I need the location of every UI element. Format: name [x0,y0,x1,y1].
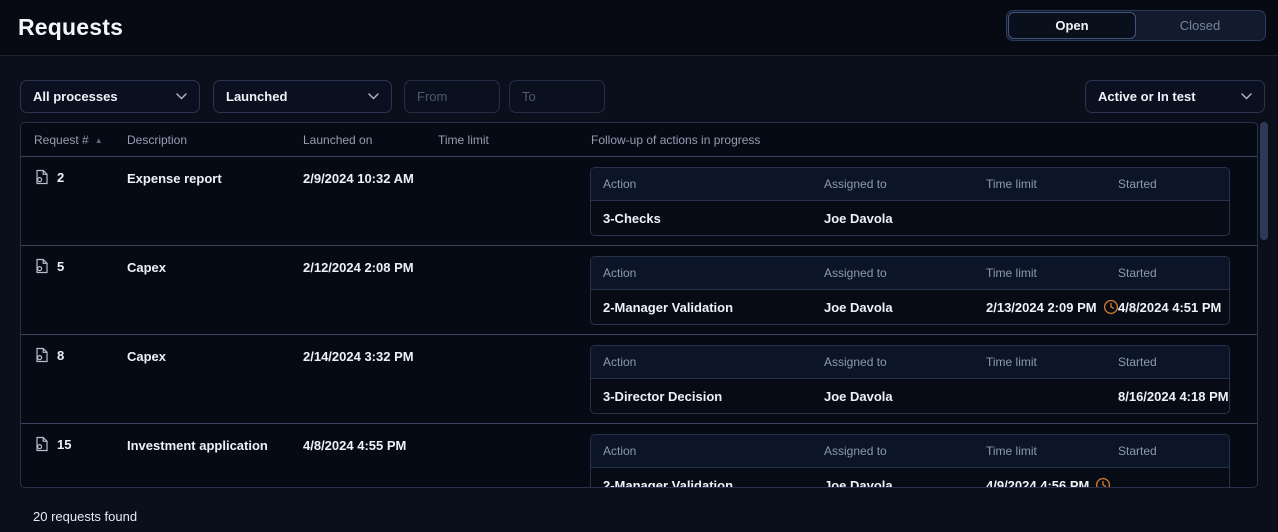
request-number: 8 [57,348,64,363]
actions-table: Action Assigned to Time limit Started 2-… [590,256,1230,325]
request-time-limit [438,335,590,349]
request-time-limit [438,424,590,438]
actions-header-row: Action Assigned to Time limit Started [591,257,1229,290]
request-icon [34,169,50,185]
table-header-row: Request #▲ Description Launched on Time … [21,123,1257,156]
request-icon [34,258,50,274]
actions-rows: 2-Manager Validation Joe Davola 2/13/202… [591,290,1229,324]
launched-filter-value: Launched [226,89,287,104]
column-header-launched-on[interactable]: Launched on [303,133,438,147]
column-header-follow-up: Follow-up of actions in progress [590,133,1257,147]
table-row[interactable]: 15 Investment application 4/8/2024 4:55 … [21,423,1257,488]
column-header-time-limit[interactable]: Time limit [438,133,590,147]
action-name: 3-Director Decision [591,389,812,404]
actions-rows: 2-Manager Validation Joe Davola 4/9/2024… [591,468,1229,488]
column-header-request-number[interactable]: Request #▲ [21,133,127,147]
actions-column-started: Started [1106,355,1229,369]
table-rows: 2 Expense report 2/9/2024 10:32 AM Actio… [21,156,1257,488]
request-launched-on: 2/9/2024 10:32 AM [303,157,438,186]
date-to-field [509,80,605,113]
date-from-field [404,80,500,113]
status-filter-value: Active or In test [1098,89,1196,104]
request-description: Investment application [127,424,303,453]
actions-column-assigned-to: Assigned to [812,355,974,369]
request-number: 15 [57,437,71,452]
page-title: Requests [18,14,123,41]
actions-table: Action Assigned to Time limit Started 3-… [590,345,1230,414]
app-header: Requests Open Closed [0,0,1278,56]
action-row[interactable]: 3-Checks Joe Davola [591,201,1229,235]
toggle-open-button[interactable]: Open [1008,12,1136,39]
actions-column-time-limit: Time limit [974,355,1106,369]
action-assigned-to: Joe Davola [812,211,974,226]
launched-filter-dropdown[interactable]: Launched [213,80,392,113]
action-started: 4/8/2024 4:51 PM [1106,300,1229,315]
open-closed-toggle: Open Closed [1006,10,1266,41]
status-filter-dropdown[interactable]: Active or In test [1085,80,1265,113]
actions-column-action: Action [591,444,812,458]
date-to-input[interactable] [522,89,592,104]
actions-column-assigned-to: Assigned to [812,444,974,458]
chevron-down-icon [368,93,379,100]
action-name: 2-Manager Validation [591,478,812,489]
action-row[interactable]: 3-Director Decision Joe Davola 8/16/2024… [591,379,1229,413]
actions-table: Action Assigned to Time limit Started 3-… [590,167,1230,236]
request-launched-on: 2/14/2024 3:32 PM [303,335,438,364]
actions-column-assigned-to: Assigned to [812,266,974,280]
actions-column-started: Started [1106,266,1229,280]
action-assigned-to: Joe Davola [812,389,974,404]
action-row[interactable]: 2-Manager Validation Joe Davola 2/13/202… [591,290,1229,324]
action-row[interactable]: 2-Manager Validation Joe Davola 4/9/2024… [591,468,1229,488]
actions-column-started: Started [1106,177,1229,191]
actions-column-time-limit: Time limit [974,444,1106,458]
process-filter-value: All processes [33,89,118,104]
actions-rows: 3-Checks Joe Davola [591,201,1229,235]
request-number: 5 [57,259,64,274]
actions-column-action: Action [591,355,812,369]
action-started: 8/16/2024 4:18 PM [1106,389,1229,404]
request-number: 2 [57,170,64,185]
sort-asc-icon: ▲ [95,136,103,145]
table-scrollbar[interactable] [1260,122,1268,240]
action-time-limit: 2/13/2024 2:09 PM [986,300,1097,315]
request-launched-on: 2/12/2024 2:08 PM [303,246,438,275]
request-description: Capex [127,246,303,275]
request-time-limit [438,157,590,171]
column-header-description[interactable]: Description [127,133,303,147]
actions-column-action: Action [591,177,812,191]
requests-table: Request #▲ Description Launched on Time … [20,122,1258,488]
actions-rows: 3-Director Decision Joe Davola 8/16/2024… [591,379,1229,413]
date-from-input[interactable] [417,89,487,104]
request-icon [34,347,50,363]
action-name: 3-Checks [591,211,812,226]
request-description: Expense report [127,157,303,186]
actions-header-row: Action Assigned to Time limit Started [591,168,1229,201]
action-name: 2-Manager Validation [591,300,812,315]
toggle-closed-button[interactable]: Closed [1136,12,1264,39]
actions-header-row: Action Assigned to Time limit Started [591,346,1229,379]
request-launched-on: 4/8/2024 4:55 PM [303,424,438,453]
filter-bar: All processes Launched Active or In test [0,80,1278,114]
actions-header-row: Action Assigned to Time limit Started [591,435,1229,468]
actions-column-time-limit: Time limit [974,266,1106,280]
action-time-limit: 4/9/2024 4:56 PM [986,478,1089,489]
request-description: Capex [127,335,303,364]
results-count: 20 requests found [33,509,137,524]
table-row[interactable]: 2 Expense report 2/9/2024 10:32 AM Actio… [21,156,1257,245]
request-icon [34,436,50,452]
action-assigned-to: Joe Davola [812,478,974,489]
chevron-down-icon [176,93,187,100]
actions-column-time-limit: Time limit [974,177,1106,191]
actions-column-started: Started [1106,444,1229,458]
table-row[interactable]: 5 Capex 2/12/2024 2:08 PM Action Assigne… [21,245,1257,334]
table-row[interactable]: 8 Capex 2/14/2024 3:32 PM Action Assigne… [21,334,1257,423]
actions-column-action: Action [591,266,812,280]
process-filter-dropdown[interactable]: All processes [20,80,200,113]
chevron-down-icon [1241,93,1252,100]
overdue-clock-icon [1095,477,1111,488]
actions-table: Action Assigned to Time limit Started 2-… [590,434,1230,488]
actions-column-assigned-to: Assigned to [812,177,974,191]
action-assigned-to: Joe Davola [812,300,974,315]
request-time-limit [438,246,590,260]
